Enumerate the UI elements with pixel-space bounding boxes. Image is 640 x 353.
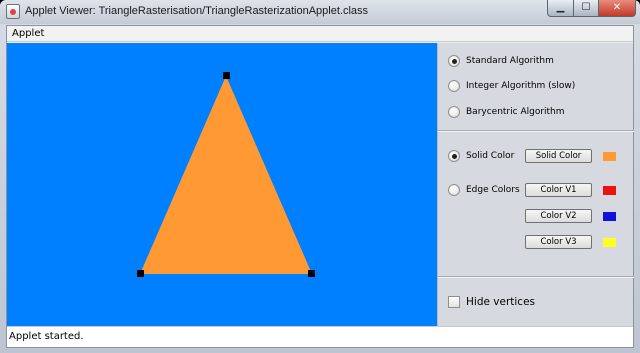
color-v3-button[interactable]: Color V3: [525, 235, 592, 249]
java-app-icon: [6, 4, 20, 19]
radio-indicator[interactable]: [448, 55, 460, 67]
radio-indicator[interactable]: [448, 80, 460, 92]
minimize-button[interactable]: ▁: [547, 0, 574, 17]
window-title: Applet Viewer: TriangleRasterisation/Tri…: [25, 5, 369, 17]
radio-integer-algorithm[interactable]: Integer Algorithm (slow): [448, 80, 575, 92]
vertex-handle-right[interactable]: [308, 270, 315, 277]
checkbox-label: Hide vertices: [466, 296, 536, 308]
radio-indicator[interactable]: [448, 184, 460, 196]
maximize-button[interactable]: ☐: [573, 0, 599, 17]
status-bar: Applet started.: [7, 326, 633, 347]
rasterization-canvas[interactable]: [7, 43, 437, 326]
solid-color-swatch: [603, 152, 616, 161]
radio-label: Integer Algorithm (slow): [466, 81, 576, 91]
color-v1-swatch: [603, 186, 616, 195]
menu-applet[interactable]: Applet: [12, 28, 44, 39]
radio-standard-algorithm[interactable]: Standard Algorithm: [448, 55, 554, 67]
radio-solid-color[interactable]: Solid Color: [448, 150, 514, 162]
status-text: Applet started.: [9, 331, 84, 342]
color-v2-swatch: [603, 212, 616, 221]
applet-client-area: Applet Standard Algorithm Integer Algori…: [6, 25, 634, 348]
radio-label: Solid Color: [466, 151, 515, 161]
solid-color-button[interactable]: Solid Color: [525, 149, 592, 163]
controls-panel: Standard Algorithm Integer Algorithm (sl…: [437, 43, 634, 326]
hide-vertices-checkbox[interactable]: Hide vertices: [448, 296, 535, 308]
radio-indicator[interactable]: [448, 106, 460, 118]
triangle-drawing: [137, 72, 315, 277]
triangle: [140, 76, 312, 274]
radio-barycentric-algorithm[interactable]: Barycentric Algorithm: [448, 106, 565, 118]
radio-indicator[interactable]: [448, 150, 460, 162]
checkbox-indicator[interactable]: [448, 296, 460, 308]
close-button[interactable]: ✕: [598, 0, 636, 17]
radio-label: Standard Algorithm: [466, 56, 554, 66]
applet-viewer-window: Applet Viewer: TriangleRasterisation/Tri…: [0, 0, 640, 353]
radio-label: Edge Colors: [466, 185, 520, 195]
vertex-handle-left[interactable]: [137, 270, 144, 277]
vertex-handle-top[interactable]: [223, 72, 230, 79]
radio-label: Barycentric Algorithm: [466, 107, 565, 117]
title-bar[interactable]: Applet Viewer: TriangleRasterisation/Tri…: [0, 0, 640, 24]
separator: [438, 276, 634, 278]
color-v1-button[interactable]: Color V1: [525, 183, 592, 197]
radio-edge-colors[interactable]: Edge Colors: [448, 184, 520, 196]
separator: [438, 130, 634, 132]
color-v3-swatch: [603, 238, 616, 247]
menu-bar: Applet: [7, 26, 633, 42]
color-v2-button[interactable]: Color V2: [525, 209, 592, 223]
